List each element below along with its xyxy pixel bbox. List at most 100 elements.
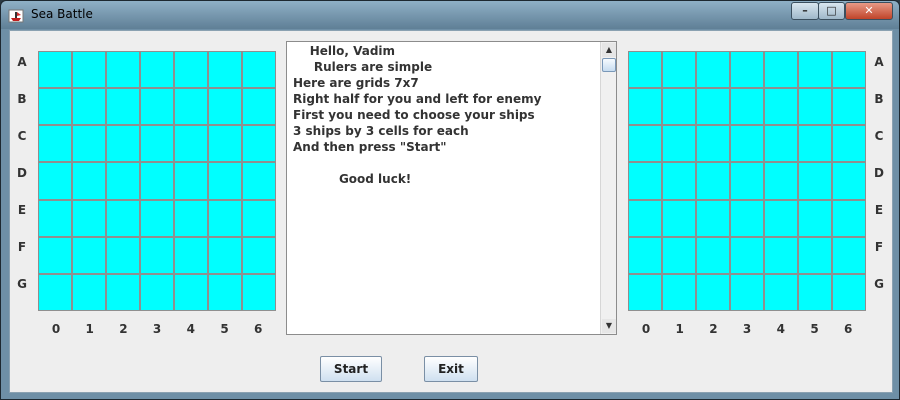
player-grid-cell[interactable] bbox=[663, 126, 695, 162]
player-grid-cell[interactable] bbox=[629, 89, 661, 125]
player-grid-cell[interactable] bbox=[663, 237, 695, 273]
enemy-grid-cell[interactable] bbox=[141, 237, 173, 273]
enemy-grid-cell[interactable] bbox=[175, 274, 207, 310]
enemy-grid-cell[interactable] bbox=[107, 274, 139, 310]
player-grid-cell[interactable] bbox=[799, 52, 831, 88]
enemy-grid-cell[interactable] bbox=[73, 200, 105, 236]
player-grid-cell[interactable] bbox=[799, 274, 831, 310]
enemy-grid[interactable] bbox=[38, 51, 276, 311]
enemy-grid-cell[interactable] bbox=[175, 52, 207, 88]
minimize-button[interactable]: – bbox=[791, 2, 819, 20]
player-grid-cell[interactable] bbox=[663, 163, 695, 199]
enemy-grid-cell[interactable] bbox=[209, 163, 241, 199]
player-grid-cell[interactable] bbox=[833, 89, 865, 125]
enemy-grid-cell[interactable] bbox=[73, 163, 105, 199]
message-textarea[interactable]: Hello, Vadim Rulers are simple Here are g… bbox=[286, 41, 617, 335]
player-grid-cell[interactable] bbox=[629, 163, 661, 199]
enemy-grid-cell[interactable] bbox=[141, 126, 173, 162]
player-grid-cell[interactable] bbox=[697, 52, 729, 88]
enemy-grid-cell[interactable] bbox=[107, 237, 139, 273]
player-grid-cell[interactable] bbox=[765, 274, 797, 310]
player-grid-cell[interactable] bbox=[697, 126, 729, 162]
enemy-grid-cell[interactable] bbox=[107, 163, 139, 199]
message-scrollbar[interactable]: ▲ ▼ bbox=[600, 42, 616, 334]
exit-button[interactable]: Exit bbox=[424, 356, 478, 382]
player-grid-cell[interactable] bbox=[731, 274, 763, 310]
enemy-grid-cell[interactable] bbox=[243, 237, 275, 273]
enemy-grid-cell[interactable] bbox=[73, 52, 105, 88]
close-button[interactable]: ✕ bbox=[845, 2, 893, 20]
enemy-grid-cell[interactable] bbox=[39, 274, 71, 310]
enemy-grid-cell[interactable] bbox=[243, 163, 275, 199]
enemy-grid-cell[interactable] bbox=[73, 274, 105, 310]
player-grid[interactable] bbox=[628, 51, 866, 311]
enemy-grid-cell[interactable] bbox=[175, 89, 207, 125]
player-grid-cell[interactable] bbox=[697, 237, 729, 273]
player-grid-cell[interactable] bbox=[629, 237, 661, 273]
title-bar[interactable]: Sea Battle – □ ✕ bbox=[1, 1, 899, 29]
player-grid-cell[interactable] bbox=[663, 200, 695, 236]
player-grid-cell[interactable] bbox=[629, 52, 661, 88]
enemy-grid-cell[interactable] bbox=[141, 163, 173, 199]
enemy-grid-cell[interactable] bbox=[73, 89, 105, 125]
player-grid-cell[interactable] bbox=[731, 237, 763, 273]
maximize-button[interactable]: □ bbox=[818, 2, 845, 20]
player-grid-cell[interactable] bbox=[663, 89, 695, 125]
enemy-grid-cell[interactable] bbox=[39, 126, 71, 162]
enemy-grid-cell[interactable] bbox=[209, 126, 241, 162]
player-grid-cell[interactable] bbox=[697, 89, 729, 125]
enemy-grid-cell[interactable] bbox=[209, 89, 241, 125]
player-grid-cell[interactable] bbox=[833, 52, 865, 88]
enemy-grid-cell[interactable] bbox=[209, 237, 241, 273]
player-grid-cell[interactable] bbox=[833, 237, 865, 273]
player-grid-cell[interactable] bbox=[731, 163, 763, 199]
player-grid-cell[interactable] bbox=[629, 126, 661, 162]
player-grid-cell[interactable] bbox=[765, 200, 797, 236]
enemy-grid-cell[interactable] bbox=[209, 52, 241, 88]
enemy-grid-cell[interactable] bbox=[175, 200, 207, 236]
scroll-down-icon[interactable]: ▼ bbox=[602, 319, 616, 333]
enemy-grid-cell[interactable] bbox=[243, 89, 275, 125]
enemy-grid-cell[interactable] bbox=[141, 274, 173, 310]
player-grid-cell[interactable] bbox=[765, 52, 797, 88]
player-grid-cell[interactable] bbox=[663, 52, 695, 88]
player-grid-cell[interactable] bbox=[663, 274, 695, 310]
enemy-grid-cell[interactable] bbox=[141, 200, 173, 236]
player-grid-cell[interactable] bbox=[731, 89, 763, 125]
player-grid-cell[interactable] bbox=[629, 274, 661, 310]
player-grid-cell[interactable] bbox=[629, 200, 661, 236]
enemy-grid-cell[interactable] bbox=[141, 89, 173, 125]
player-grid-cell[interactable] bbox=[697, 163, 729, 199]
enemy-grid-cell[interactable] bbox=[209, 200, 241, 236]
player-grid-cell[interactable] bbox=[799, 200, 831, 236]
enemy-grid-cell[interactable] bbox=[39, 163, 71, 199]
player-grid-cell[interactable] bbox=[731, 126, 763, 162]
enemy-grid-cell[interactable] bbox=[107, 52, 139, 88]
player-grid-cell[interactable] bbox=[731, 52, 763, 88]
player-grid-cell[interactable] bbox=[799, 163, 831, 199]
enemy-grid-cell[interactable] bbox=[243, 126, 275, 162]
start-button[interactable]: Start bbox=[320, 356, 382, 382]
enemy-grid-cell[interactable] bbox=[39, 200, 71, 236]
enemy-grid-cell[interactable] bbox=[73, 237, 105, 273]
player-grid-cell[interactable] bbox=[731, 200, 763, 236]
enemy-grid-cell[interactable] bbox=[39, 89, 71, 125]
player-grid-cell[interactable] bbox=[833, 163, 865, 199]
enemy-grid-cell[interactable] bbox=[107, 126, 139, 162]
enemy-grid-cell[interactable] bbox=[209, 274, 241, 310]
enemy-grid-cell[interactable] bbox=[175, 163, 207, 199]
player-grid-cell[interactable] bbox=[833, 274, 865, 310]
enemy-grid-cell[interactable] bbox=[243, 52, 275, 88]
player-grid-cell[interactable] bbox=[697, 200, 729, 236]
enemy-grid-cell[interactable] bbox=[243, 274, 275, 310]
player-grid-cell[interactable] bbox=[765, 126, 797, 162]
enemy-grid-cell[interactable] bbox=[39, 237, 71, 273]
player-grid-cell[interactable] bbox=[765, 89, 797, 125]
player-grid-cell[interactable] bbox=[765, 163, 797, 199]
enemy-grid-cell[interactable] bbox=[243, 200, 275, 236]
enemy-grid-cell[interactable] bbox=[175, 237, 207, 273]
player-grid-cell[interactable] bbox=[833, 200, 865, 236]
player-grid-cell[interactable] bbox=[799, 237, 831, 273]
player-grid-cell[interactable] bbox=[765, 237, 797, 273]
scroll-up-icon[interactable]: ▲ bbox=[602, 43, 616, 57]
